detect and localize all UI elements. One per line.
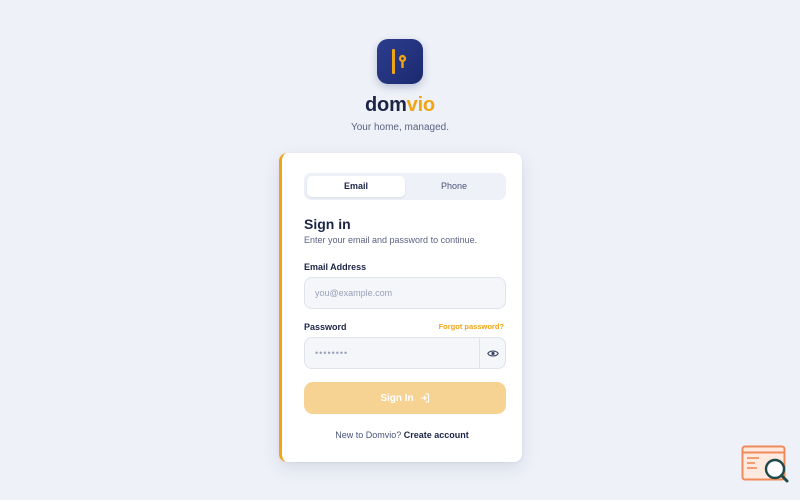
email-label: Email Address — [304, 262, 367, 272]
forgot-password-link[interactable]: Forgot password? — [439, 322, 504, 332]
create-account-link[interactable]: Create account — [404, 430, 469, 440]
login-arrow-icon — [420, 393, 430, 403]
password-label: Password — [304, 322, 347, 332]
search-window-icon[interactable] — [741, 445, 789, 487]
tab-phone[interactable]: Phone — [405, 176, 503, 197]
password-field[interactable] — [304, 337, 506, 369]
signup-prompt: New to Domvio? Create account — [282, 429, 522, 441]
signup-prompt-text: New to Domvio? — [335, 430, 404, 440]
signin-card: Email Phone Sign in Enter your email and… — [279, 153, 522, 462]
app-logo — [377, 39, 423, 84]
brand-name-part1: dom — [365, 94, 407, 116]
sign-in-button[interactable]: Sign In — [304, 382, 506, 414]
tab-email[interactable]: Email — [307, 176, 405, 197]
form-title: Sign in — [304, 216, 351, 232]
form-subtitle: Enter your email and password to continu… — [304, 235, 478, 245]
email-field[interactable] — [304, 277, 506, 309]
brand-tagline: Your home, managed. — [350, 122, 450, 133]
eye-icon — [486, 349, 499, 357]
toggle-password-visibility-button[interactable] — [479, 338, 505, 368]
login-method-tabs: Email Phone — [304, 173, 506, 200]
login-page: domvio Your home, managed. Email Phone S… — [0, 0, 800, 500]
key-door-icon — [392, 49, 407, 74]
sign-in-button-label: Sign In — [380, 392, 414, 404]
brand-name: domvio — [0, 92, 800, 118]
brand-name-part2: vio — [406, 94, 435, 116]
